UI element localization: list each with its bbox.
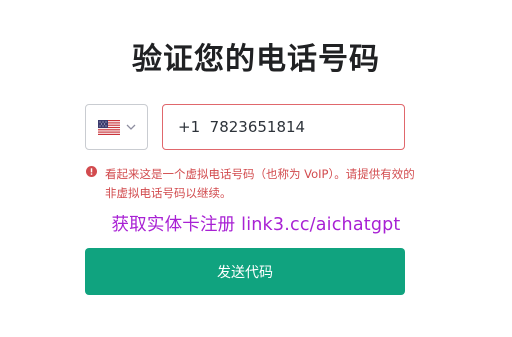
error-text: 看起来这是一个虚拟电话号码（也称为 VoIP）。请提供有效的非虚拟电话号码以继续… (105, 167, 415, 200)
page-title: 验证您的电话号码 (132, 42, 380, 77)
us-flag-icon (97, 119, 120, 135)
send-code-button[interactable]: 发送代码 (85, 248, 405, 295)
country-code-select[interactable] (85, 104, 148, 150)
chevron-down-icon (126, 124, 135, 130)
error-circle-icon (86, 166, 97, 177)
phone-number-input[interactable] (162, 104, 405, 150)
phone-verification-page: 验证您的电话号码 +1 7823651814 看起来这是一个虚拟电话号码（也称为… (0, 0, 512, 337)
promo-text: 获取实体卡注册 link3.cc/aichatgpt (111, 215, 401, 235)
